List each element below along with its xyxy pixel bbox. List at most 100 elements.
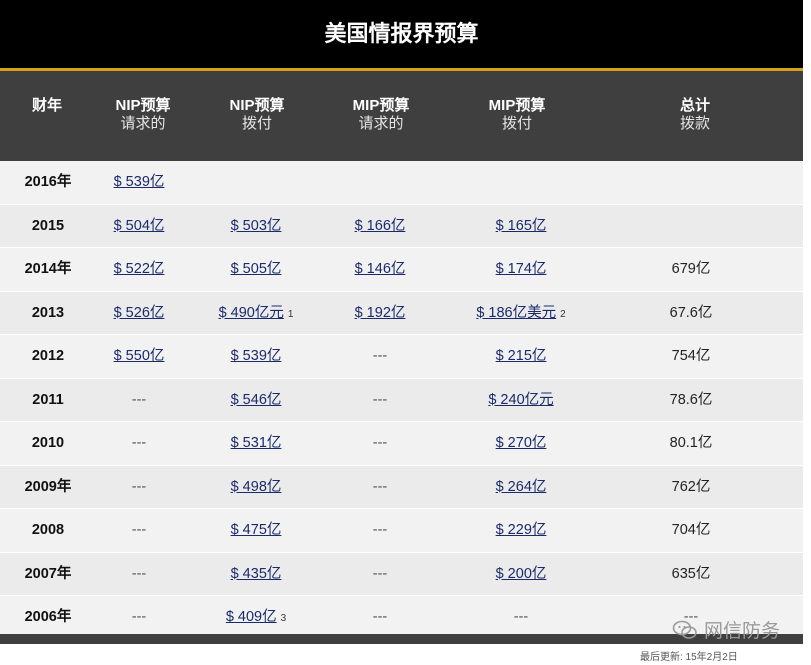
header-mip-appropriated: MIP预算 拨付 [472, 97, 562, 133]
cell-nip-app: $ 498亿 [200, 466, 312, 509]
header-nip-requested-sub: 请求的 [120, 115, 166, 132]
budget-link[interactable]: $ 539亿 [231, 348, 282, 364]
table-row: 2011 --- $ 546亿 --- $ 240亿元 78.6亿 [0, 378, 803, 422]
budget-link[interactable]: $ 504亿 [114, 218, 165, 234]
budget-link[interactable]: $ 550亿 [114, 348, 165, 364]
year-label: 2014年 [24, 261, 72, 277]
cell-total: 754亿 [652, 335, 730, 378]
budget-link[interactable]: $ 192亿 [355, 305, 406, 321]
cell-mip-app: --- [446, 596, 596, 639]
cell-nip-req: --- [96, 422, 182, 465]
cell-mip-app: $ 186亿美元 2 [446, 292, 596, 335]
cell-mip-app: $ 240亿元 [446, 379, 596, 422]
cell-year: 2016年 [14, 161, 82, 204]
cell-nip-req: --- [96, 379, 182, 422]
value-text: 679亿 [671, 261, 711, 277]
budget-link[interactable]: $ 200亿 [496, 566, 547, 582]
cell-mip-req: --- [332, 379, 428, 422]
cell-total: 762亿 [652, 466, 730, 509]
cell-nip-req: $ 522亿 [96, 248, 182, 291]
footnote-marker: 3 [280, 613, 287, 624]
budget-link[interactable]: $ 264亿 [496, 479, 547, 495]
cell-total: 635亿 [652, 553, 730, 596]
empty-dash: --- [372, 522, 388, 538]
cell-total [652, 205, 730, 248]
year-label: 2008 [31, 522, 65, 538]
cell-mip-req: --- [332, 553, 428, 596]
cell-nip-req: $ 504亿 [96, 205, 182, 248]
budget-link[interactable]: $ 526亿 [114, 305, 165, 321]
year-label: 2010 [31, 435, 65, 451]
header-total: 总计 拨款 [650, 97, 740, 133]
year-label: 2011 [32, 391, 64, 408]
budget-link[interactable]: $ 409亿 [226, 609, 277, 625]
cell-year: 2010 [14, 422, 82, 465]
cell-mip-req: $ 192亿 [332, 292, 428, 335]
budget-link[interactable]: $ 475亿 [231, 522, 282, 538]
budget-link[interactable]: $ 166亿 [355, 218, 406, 234]
budget-link[interactable]: $ 498亿 [231, 479, 282, 495]
table-row: 2010 --- $ 531亿 --- $ 270亿 80.1亿 [0, 422, 803, 466]
cell-year: 2012 [14, 335, 82, 378]
budget-link[interactable]: $ 546亿 [231, 392, 282, 408]
empty-dash: --- [131, 391, 147, 408]
cell-nip-app: $ 503亿 [200, 205, 312, 248]
budget-link[interactable]: $ 270亿 [496, 435, 547, 451]
cell-nip-req: --- [96, 466, 182, 509]
budget-link[interactable]: $ 435亿 [231, 566, 282, 582]
cell-mip-app: $ 264亿 [446, 466, 596, 509]
budget-link[interactable]: $ 505亿 [231, 261, 282, 277]
header-nip-requested: NIP预算 请求的 [98, 97, 188, 133]
cell-mip-app: $ 215亿 [446, 335, 596, 378]
table-header: 财年 NIP预算 请求的 NIP预算 拨付 MIP预算 请求的 MIP预算 拨付… [0, 71, 803, 161]
budget-link[interactable]: $ 503亿 [231, 218, 282, 234]
budget-link[interactable]: $ 531亿 [231, 435, 282, 451]
cell-total: 679亿 [652, 248, 730, 291]
header-mip-requested-main: MIP预算 [352, 97, 410, 114]
cell-nip-app: $ 505亿 [200, 248, 312, 291]
table-row: 2016年 $ 539亿 [0, 161, 803, 205]
budget-link[interactable]: $ 146亿 [355, 261, 406, 277]
cell-year: 2008 [14, 509, 82, 552]
budget-link[interactable]: $ 522亿 [114, 261, 165, 277]
budget-link[interactable]: $ 186亿美元 [476, 305, 556, 321]
cell-nip-app: $ 531亿 [200, 422, 312, 465]
cell-mip-app: $ 174亿 [446, 248, 596, 291]
table-row: 2013 $ 526亿 $ 490亿元 1 $ 192亿 $ 186亿美元 2 67.6亿 [0, 291, 803, 335]
table-row: 2014年 $ 522亿 $ 505亿 $ 146亿 $ 174亿 679亿 [0, 248, 803, 292]
header-year: 财年 [18, 97, 76, 115]
empty-dash: --- [372, 435, 388, 451]
budget-link[interactable]: $ 165亿 [496, 218, 547, 234]
table-row: 2009年 --- $ 498亿 --- $ 264亿 762亿 [0, 465, 803, 509]
header-mip-appropriated-main: MIP预算 [488, 97, 546, 114]
cell-mip-app: $ 200亿 [446, 553, 596, 596]
cell-mip-app [446, 161, 596, 204]
empty-dash: --- [372, 609, 388, 625]
budget-link[interactable]: $ 240亿元 [488, 392, 553, 408]
year-label: 2012 [31, 348, 65, 364]
cell-year: 2007年 [14, 553, 82, 596]
year-label: 2016年 [24, 174, 72, 190]
empty-dash: --- [131, 478, 147, 495]
cell-nip-req: $ 526亿 [96, 292, 182, 335]
cell-mip-req: --- [332, 422, 428, 465]
empty-dash: --- [131, 565, 147, 582]
year-label: 2015 [31, 217, 65, 234]
value-text: 635亿 [671, 565, 711, 582]
header-nip-requested-main: NIP预算 [115, 97, 171, 114]
cell-mip-req: --- [332, 596, 428, 639]
page-title: 美国情报界预算 [0, 0, 803, 71]
header-year-label: 财年 [31, 97, 62, 114]
budget-link[interactable]: $ 229亿 [496, 522, 547, 538]
budget-link[interactable]: $ 174亿 [496, 261, 547, 277]
budget-link[interactable]: $ 215亿 [496, 348, 547, 364]
year-label: 2007年 [24, 565, 72, 582]
empty-dash: --- [513, 609, 529, 625]
empty-dash: --- [372, 478, 388, 495]
budget-link[interactable]: $ 490亿元 [219, 305, 284, 321]
value-text: 762亿 [671, 478, 711, 495]
cell-nip-app [200, 161, 312, 204]
table-row: 2007年 --- $ 435亿 --- $ 200亿 635亿 [0, 552, 803, 596]
cell-year: 2011 [14, 379, 82, 422]
budget-link[interactable]: $ 539亿 [114, 174, 165, 190]
